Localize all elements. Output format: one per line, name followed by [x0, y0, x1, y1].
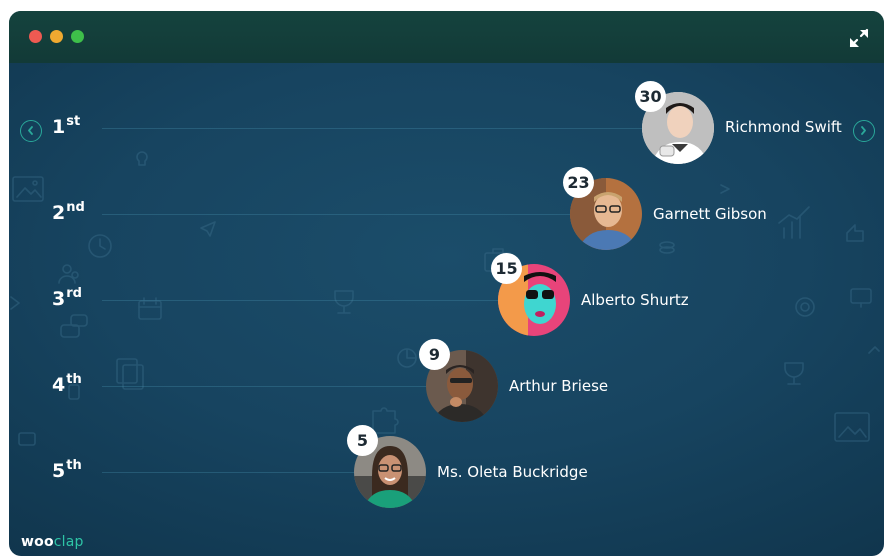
chevron-right-icon	[861, 126, 866, 135]
participant-name: Garnett Gibson	[653, 205, 767, 223]
maximize-window-button[interactable]	[71, 30, 84, 43]
expand-icon[interactable]	[848, 27, 870, 49]
rank-label-2nd: 2nd	[52, 200, 85, 224]
leaderboard-window: 1st 30 Richmond Swift 2nd 23 Garnett Gib…	[9, 11, 884, 556]
chevron-left-icon	[28, 126, 33, 135]
background-doodles	[10, 151, 880, 446]
rank-label-5th: 5th	[52, 458, 82, 482]
participant-name: Ms. Oleta Buckridge	[437, 463, 588, 481]
participant-name: Arthur Briese	[509, 377, 609, 395]
rank-line	[102, 472, 360, 473]
score-badge: 23	[563, 167, 594, 198]
participant-name: Alberto Shurtz	[581, 291, 689, 309]
close-window-button[interactable]	[29, 30, 42, 43]
rank-line	[102, 300, 502, 301]
rank-line	[102, 128, 662, 129]
previous-page-button[interactable]	[20, 120, 42, 142]
minimize-window-button[interactable]	[50, 30, 63, 43]
rank-line	[102, 386, 432, 387]
title-bar	[9, 11, 884, 63]
rank-label-4th: 4th	[52, 372, 82, 396]
score-badge: 30	[635, 81, 666, 112]
score-badge: 5	[347, 425, 378, 456]
rank-label-3rd: 3rd	[52, 286, 82, 310]
score-badge: 15	[491, 253, 522, 284]
wooclap-logo: wooclap	[21, 534, 84, 550]
participant-name: Richmond Swift	[725, 118, 842, 136]
rank-label-1st: 1st	[52, 114, 81, 138]
score-badge: 9	[419, 339, 450, 370]
rank-line	[102, 214, 572, 215]
next-page-button[interactable]	[853, 120, 875, 142]
